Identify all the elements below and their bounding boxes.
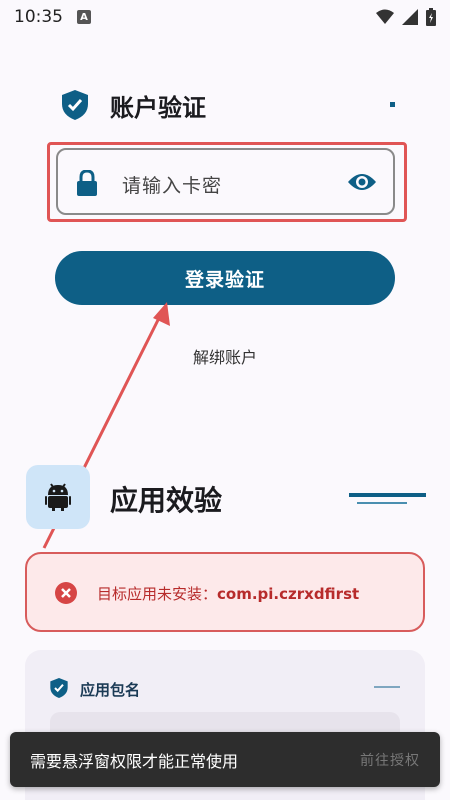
decorative-dot: [390, 102, 395, 107]
card-key-input[interactable]: 请输入卡密: [56, 148, 395, 215]
android-icon: [45, 483, 71, 511]
error-prefix: 目标应用未安装：: [97, 585, 218, 603]
error-x-icon: [55, 582, 77, 604]
error-message: 目标应用未安装：com.pi.czrxdfirst: [97, 583, 359, 604]
account-section-title: 账户验证: [110, 94, 206, 122]
wifi-icon: [376, 9, 394, 24]
shield-check-icon: [50, 678, 68, 698]
lock-icon: [77, 170, 97, 196]
decorative-bar: [349, 493, 426, 497]
package-name-label: 应用包名: [80, 681, 141, 699]
eye-icon[interactable]: [347, 171, 377, 193]
login-verify-button[interactable]: 登录验证: [55, 251, 395, 305]
overlay-permission-toast: 需要悬浮窗权限才能正常使用 前往授权: [10, 732, 440, 787]
status-icons: [376, 8, 436, 26]
card-key-placeholder: 请输入卡密: [122, 175, 223, 197]
toast-message: 需要悬浮窗权限才能正常使用: [30, 751, 239, 771]
battery-icon: [426, 8, 436, 26]
status-time: 10:35: [14, 7, 63, 27]
app-verify-title: 应用效验: [110, 484, 223, 517]
decorative-bar-thin: [357, 502, 407, 504]
toast-action-button[interactable]: 前往授权: [360, 750, 420, 770]
error-package-name: com.pi.czrxdfirst: [217, 585, 360, 603]
decorative-line: [374, 686, 400, 688]
notification-app-icon: A: [77, 10, 91, 24]
app-not-installed-error: 目标应用未安装：com.pi.czrxdfirst: [25, 552, 425, 632]
shield-check-icon: [62, 90, 88, 120]
unbind-account-link[interactable]: 解绑账户: [0, 344, 450, 368]
status-bar: 10:35 A: [0, 0, 450, 34]
signal-icon: [402, 9, 418, 25]
android-tile: [26, 465, 90, 529]
